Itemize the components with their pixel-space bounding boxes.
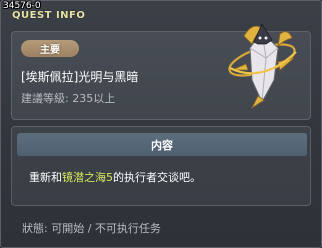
quest-category-badge: 主要: [21, 40, 79, 57]
quest-status: 狀態: 可開始 / 不可执行任务: [22, 222, 161, 235]
description-text-after: 的执行者交谈吧。: [113, 171, 201, 184]
content-header: 内容: [17, 133, 307, 156]
quest-name: [埃斯佩拉]光明与黑暗: [21, 70, 139, 84]
window-title: QUEST INFO: [12, 10, 86, 21]
description-highlight: 镜潜之海5: [62, 171, 113, 184]
level-requirement: 建議等級: 235以上: [21, 92, 116, 105]
quest-description: 重新和镜潜之海5的执行者交谈吧。: [29, 169, 201, 185]
quest-content-panel: 内容: [11, 126, 311, 206]
winged-crystal-emblem-icon: [228, 23, 297, 110]
description-text-before: 重新和: [29, 171, 62, 184]
